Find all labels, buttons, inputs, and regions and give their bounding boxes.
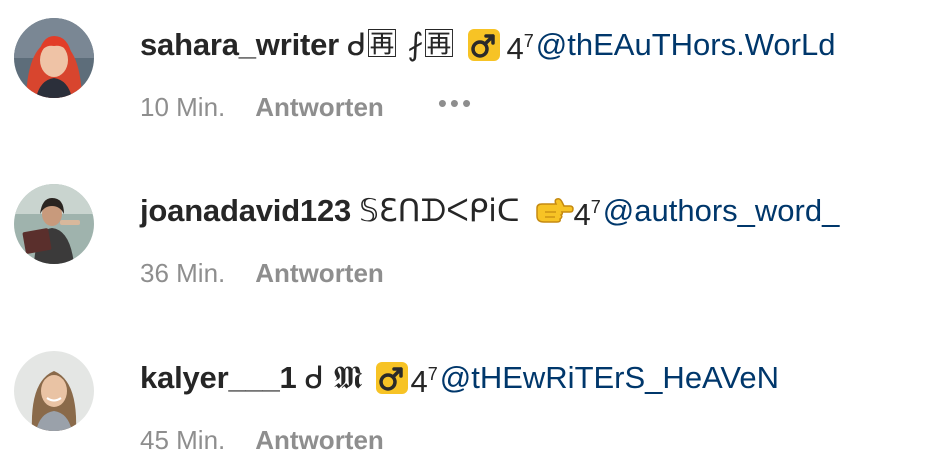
comment-header: joanadavid123 𝕊Ɛᑎᗪᐸᑭiᑕ 47 @authors_word_: [140, 188, 839, 234]
badge-base: 4: [573, 197, 591, 232]
mention-link[interactable]: @authors_word_: [603, 188, 840, 234]
badge-superscript: 7: [427, 364, 438, 384]
avatar-image: [14, 184, 94, 264]
reply-button[interactable]: Antworten: [255, 425, 384, 456]
comment-item: sahara_writer ᑯ🈞 ⨏🈞 47 @thEAuTHors.WorLd…: [0, 0, 928, 140]
comment-header: sahara_writer ᑯ🈞 ⨏🈞 47 @thEAuTHors.WorLd: [140, 22, 835, 68]
comment-list: sahara_writer ᑯ🈞 ⨏🈞 47 @thEAuTHors.WorLd…: [0, 0, 928, 475]
badge-superscript: 7: [523, 31, 534, 51]
username-decoration: ᑯ🈞 ⨏🈞: [347, 27, 455, 63]
comment-meta: 45 Min. Antworten: [140, 421, 384, 459]
badge-number: 47: [411, 351, 438, 405]
timestamp: 36 Min.: [140, 257, 226, 288]
avatar[interactable]: [14, 18, 94, 98]
username-decoration: ᑯ 𝕸: [304, 360, 363, 396]
comment-meta: 10 Min. Antworten •••: [140, 88, 474, 126]
reply-button[interactable]: Antworten: [255, 258, 384, 289]
timestamp: 45 Min.: [140, 424, 226, 455]
mention-link[interactable]: @thEAuTHors.WorLd: [536, 22, 836, 68]
avatar-image: [14, 351, 94, 431]
comment-meta: 36 Min. Antworten: [140, 254, 384, 292]
badge-superscript: 7: [590, 197, 601, 217]
male-sign-emoji-icon: [467, 28, 501, 62]
male-sign-emoji-icon: [375, 361, 409, 395]
comment-header: kalyer___1 ᑯ 𝕸 47 @tHEwRiTErS_HeAVeN: [140, 355, 779, 401]
more-options-button[interactable]: •••: [438, 88, 474, 119]
username-decoration: 𝕊Ɛᑎᗪᐸᑭiᑕ: [359, 193, 520, 229]
badge-number: 47: [507, 18, 534, 72]
comment-item: joanadavid123 𝕊Ɛᑎᗪᐸᑭiᑕ 47 @authors_word_…: [0, 166, 928, 306]
comment-item: kalyer___1 ᑯ 𝕸 47 @tHEwRiTErS_HeAVeN 45 …: [0, 333, 928, 473]
avatar[interactable]: [14, 184, 94, 264]
avatar-image: [14, 18, 94, 98]
badge-number: 47: [574, 184, 601, 238]
timestamp: 10 Min.: [140, 91, 226, 122]
badge-base: 4: [410, 364, 428, 399]
mention-link[interactable]: @tHEwRiTErS_HeAVeN: [440, 355, 779, 401]
username[interactable]: kalyer___1: [140, 355, 297, 401]
avatar[interactable]: [14, 351, 94, 431]
username[interactable]: joanadavid123: [140, 188, 351, 234]
pointing-right-emoji-icon: [534, 194, 574, 228]
badge-base: 4: [506, 31, 524, 66]
username[interactable]: sahara_writer: [140, 22, 339, 68]
reply-button[interactable]: Antworten: [255, 92, 384, 123]
